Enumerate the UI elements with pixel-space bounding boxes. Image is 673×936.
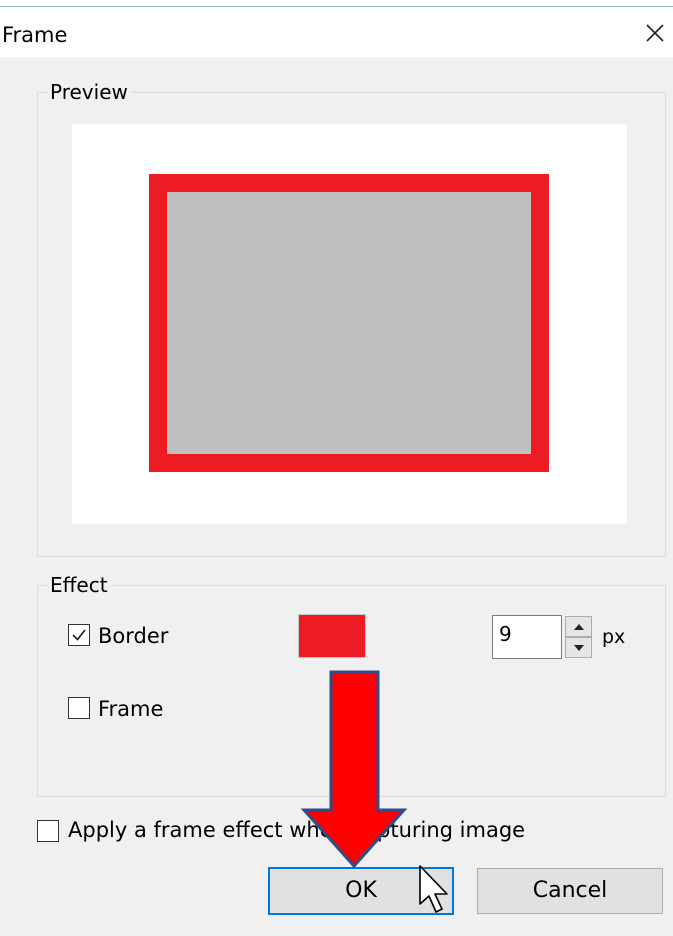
border-width-up[interactable] [565,616,592,637]
border-checkbox-label[interactable]: Border [98,624,168,648]
frame-dialog: Frame Preview Effect Border 9 px Frame A… [0,0,673,936]
dialog-title: Frame [2,23,68,47]
preview-group-label: Preview [48,80,132,104]
border-color-swatch[interactable] [298,614,366,658]
border-width-value: 9 [499,622,512,646]
close-icon[interactable] [639,17,671,49]
effect-group-label: Effect [48,573,112,597]
check-icon [72,629,86,641]
border-checkbox[interactable] [68,624,90,646]
apply-on-capture-label[interactable]: Apply a frame effect when capturing imag… [68,818,525,842]
border-width-unit: px [602,626,626,648]
title-bar: Frame [0,7,673,57]
border-width-down[interactable] [565,637,592,658]
frame-checkbox[interactable] [68,697,90,719]
apply-on-capture-checkbox[interactable] [37,820,59,842]
frame-checkbox-label[interactable]: Frame [98,697,163,721]
spin-up-icon [574,624,584,630]
ok-button[interactable]: OK [268,867,454,915]
preview-bordered-image [149,174,549,472]
spin-down-icon [574,645,584,651]
cancel-button[interactable]: Cancel [477,868,663,914]
window-edge [0,0,673,7]
border-width-input[interactable]: 9 [492,615,562,659]
